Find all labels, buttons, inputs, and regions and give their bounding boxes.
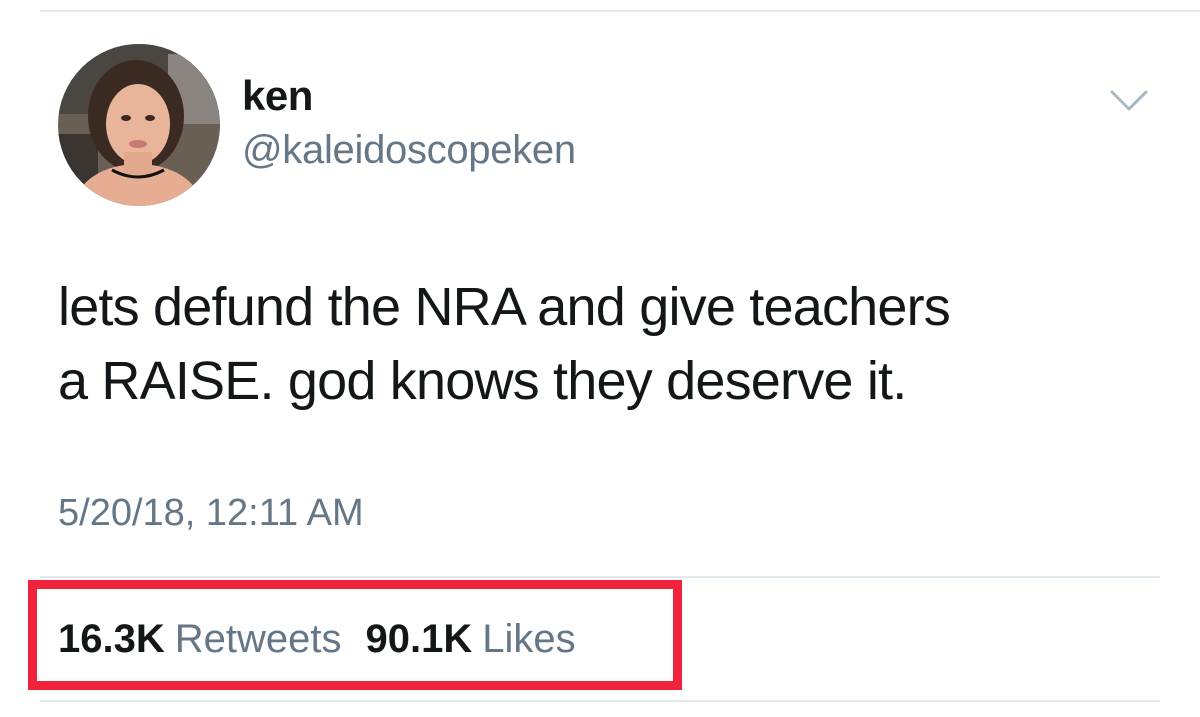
top-divider bbox=[40, 10, 1200, 12]
avatar-photo bbox=[58, 44, 220, 206]
chevron-down-icon[interactable] bbox=[1108, 86, 1150, 116]
divider bbox=[40, 700, 1160, 702]
tweet-timestamp[interactable]: 5/20/18, 12:11 AM bbox=[58, 492, 364, 535]
tweet-text-line: a RAISE. god knows they deserve it. bbox=[58, 351, 907, 411]
display-name[interactable]: ken bbox=[242, 72, 313, 120]
highlight-box bbox=[28, 580, 682, 690]
divider bbox=[40, 576, 1160, 578]
avatar[interactable] bbox=[58, 44, 220, 206]
tweet-text: lets defund the NRA and give teachers a … bbox=[58, 270, 1168, 418]
user-handle[interactable]: @kaleidoscopeken bbox=[242, 128, 576, 173]
tweet-text-line: lets defund the NRA and give teachers bbox=[58, 277, 951, 337]
